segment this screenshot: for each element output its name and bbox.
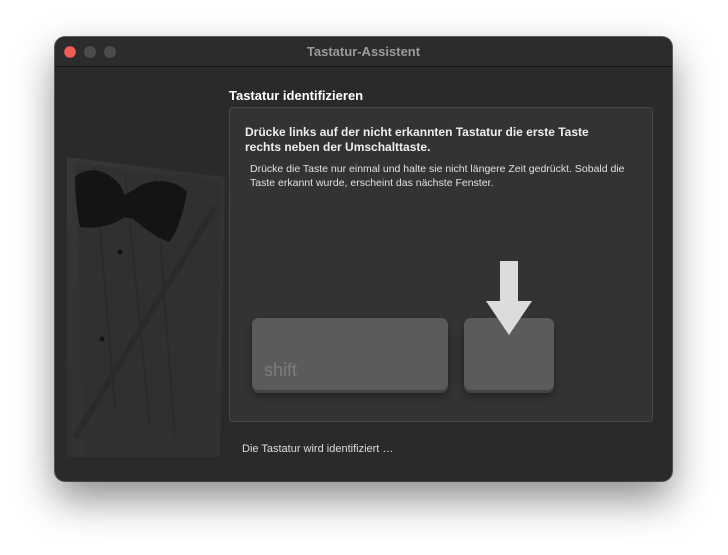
shift-key-illustration: shift: [252, 318, 448, 390]
tuxedo-illustration: [67, 157, 225, 457]
detail-text: Drücke die Taste nur einmal und halte si…: [250, 163, 625, 189]
step-heading: Tastatur identifizieren: [229, 88, 364, 103]
instruction-panel: Drücke links auf der nicht erkannten Tas…: [229, 107, 653, 422]
instruction-text: Drücke links auf der nicht erkannten Tas…: [245, 125, 589, 154]
window-title: Tastatur-Assistent: [306, 44, 421, 59]
shift-key-label: shift: [264, 360, 298, 380]
arrow-down-icon: [486, 261, 532, 335]
keyboard-assistant-window: Tastatur-Assistent Tastatur identifizier…: [55, 37, 672, 481]
status-text: Die Tastatur wird identifiziert …: [242, 443, 394, 455]
title-bar: Tastatur-Assistent: [55, 37, 672, 67]
